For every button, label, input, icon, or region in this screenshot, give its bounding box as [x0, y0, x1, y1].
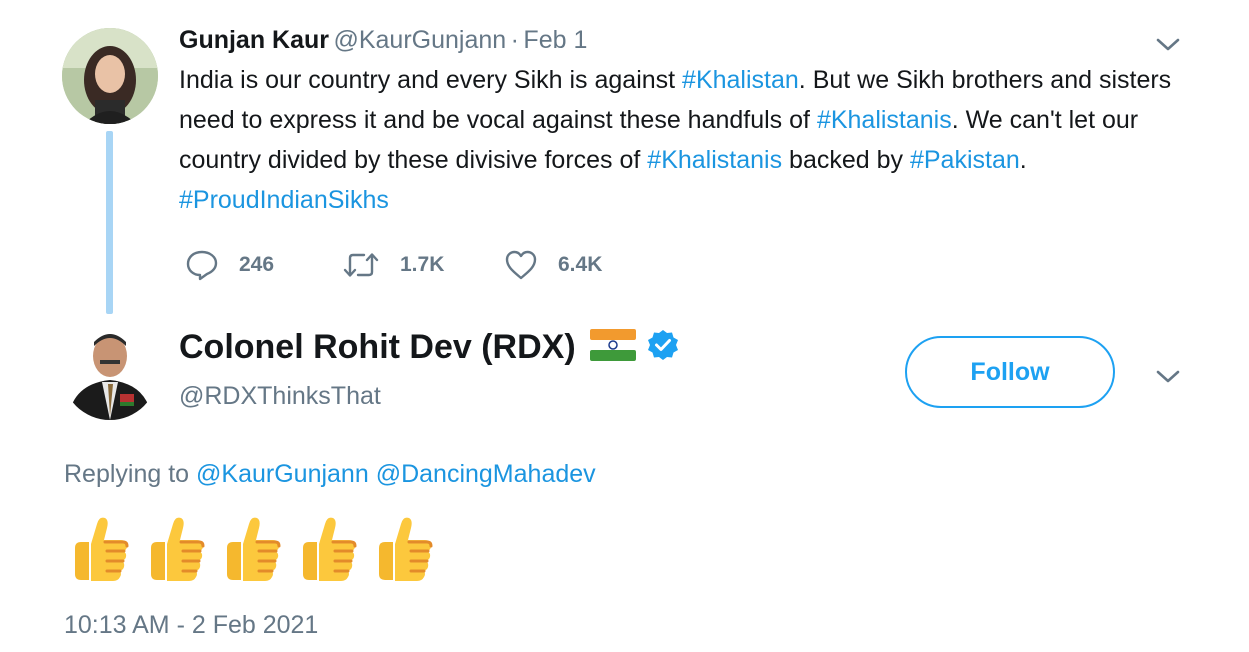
parent-tweet-header: Gunjan Kaur @KaurGunjann · Feb 1 [179, 26, 587, 55]
tweet-date[interactable]: Feb 1 [523, 26, 587, 54]
author-handle[interactable]: @RDXThinksThat [179, 382, 381, 411]
text-part: . [1019, 146, 1027, 174]
verified-badge-icon [646, 328, 680, 367]
text-part: India is our country and every Sikh is a… [179, 66, 683, 94]
reply-author-row: Colonel Rohit Dev (RDX) [179, 328, 680, 367]
hashtag-link[interactable]: #ProudIndianSikhs [179, 186, 389, 214]
heart-icon [505, 250, 537, 280]
mention-link[interactable]: @KaurGunjann [196, 460, 369, 488]
author-name[interactable]: Gunjan Kaur [179, 26, 329, 54]
chevron-down-icon[interactable] [1154, 362, 1182, 390]
reply-tweet-text [67, 512, 435, 589]
reply-action[interactable]: 246 [185, 249, 274, 281]
tweet-timestamp[interactable]: 10:13 AM - 2 Feb 2021 [64, 611, 318, 640]
avatar-gunjan-kaur[interactable] [62, 28, 158, 124]
avatar-rohit-dev[interactable] [62, 324, 158, 420]
text-part: backed by [782, 146, 910, 174]
chevron-down-icon[interactable] [1154, 30, 1182, 58]
speech-bubble-icon [186, 250, 218, 281]
retweet-count: 1.7K [400, 253, 445, 276]
retweet-action[interactable]: 1.7K [342, 249, 444, 281]
thread-connector-line [106, 131, 113, 314]
like-count: 6.4K [558, 253, 603, 276]
thumbs-up-icon [371, 512, 435, 589]
hashtag-link[interactable]: #Khalistan [682, 66, 799, 94]
hashtag-link[interactable]: #Pakistan [910, 146, 1020, 174]
thumbs-up-icon [219, 512, 283, 589]
mention-link[interactable]: @DancingMahadev [376, 460, 596, 488]
thumbs-up-icon [295, 512, 359, 589]
hashtag-link[interactable]: #Khalistanis [647, 146, 782, 174]
like-action[interactable]: 6.4K [504, 249, 602, 281]
replying-to: Replying to @KaurGunjann @DancingMahadev [64, 460, 596, 489]
india-flag-icon [589, 329, 636, 366]
hashtag-link[interactable]: #Khalistanis [817, 106, 952, 134]
thumbs-up-icon [143, 512, 207, 589]
reply-count: 246 [239, 253, 275, 276]
thumbs-up-icon [67, 512, 131, 589]
header-separator: · [510, 26, 519, 54]
author-name[interactable]: Colonel Rohit Dev (RDX) [179, 328, 576, 367]
author-handle[interactable]: @KaurGunjann [333, 26, 506, 54]
replying-prefix: Replying to [64, 460, 190, 488]
retweet-icon [343, 253, 379, 277]
parent-tweet-text: India is our country and every Sikh is a… [179, 60, 1189, 220]
follow-button[interactable]: Follow [905, 336, 1115, 408]
